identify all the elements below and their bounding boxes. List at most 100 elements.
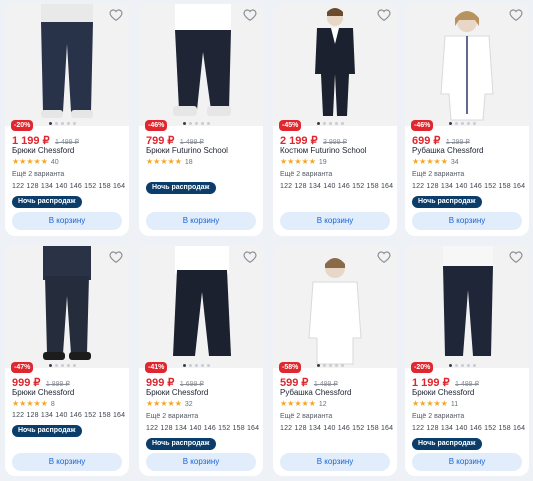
old-price: 1 499 ₽ (313, 381, 338, 388)
rating: ★★★★★ 19 (280, 157, 327, 166)
variants-text[interactable]: Ещё 2 варианта (280, 413, 332, 420)
rating: ★★★★★ 40 (12, 157, 59, 166)
product-photo[interactable] (273, 4, 397, 126)
product-photo[interactable] (139, 246, 263, 368)
product-image (273, 4, 397, 126)
sizes-list: 122 128 134 140 146 152 158 164 (280, 425, 394, 432)
product-name[interactable]: Брюки Chessford (12, 146, 74, 155)
old-price: 1 899 ₽ (45, 381, 70, 388)
gallery-dots (183, 122, 210, 128)
add-to-cart-button[interactable]: В корзину (280, 212, 390, 230)
variants-text[interactable]: Ещё 2 варианта (412, 171, 464, 178)
product-image (405, 4, 529, 126)
product-grid: -20% 1 199 ₽ 1 499 ₽ Брюки Chessford ★★★… (0, 0, 533, 481)
gallery-dots (49, 364, 76, 370)
discount-badge: -20% (11, 120, 34, 131)
old-price: 1 499 ₽ (179, 139, 204, 146)
product-card[interactable]: -46% 799 ₽ 1 499 ₽ Брюки Futurino School… (139, 4, 263, 236)
sale-badge: Ночь распродаж (12, 196, 82, 208)
add-to-cart-button[interactable]: В корзину (412, 212, 522, 230)
gallery-dots (449, 122, 476, 128)
product-name[interactable]: Брюки Chessford (146, 388, 208, 397)
product-card[interactable]: -20% 1 199 ₽ 1 499 ₽ Брюки Chessford ★★★… (405, 246, 529, 476)
add-to-cart-button[interactable]: В корзину (280, 453, 390, 471)
variants-text[interactable]: Ещё 2 варианта (280, 171, 332, 178)
sizes-list: 122 128 134 140 146 152 158 164 (412, 425, 526, 432)
product-image (5, 246, 129, 368)
sizes-list: 122 128 134 140 146 152 158 164 (12, 412, 126, 419)
product-card[interactable]: -58% 599 ₽ 1 499 ₽ Рубашка Chessford ★★★… (273, 246, 397, 476)
heart-icon[interactable] (377, 8, 391, 22)
rating-count: 32 (184, 400, 193, 408)
discount-badge: -46% (411, 120, 434, 131)
rating-count: 8 (50, 400, 55, 408)
sizes-list: 122 128 134 140 146 152 158 164 (280, 183, 394, 190)
variants-text[interactable]: Ещё 2 варианта (412, 413, 464, 420)
gallery-dots (317, 122, 344, 128)
product-name[interactable]: Костюм Futurino School (280, 146, 366, 155)
product-photo[interactable] (139, 4, 263, 126)
rating: ★★★★★ 34 (412, 157, 459, 166)
product-image (5, 4, 129, 126)
heart-icon[interactable] (109, 8, 123, 22)
variants-text[interactable]: Ещё 2 варианта (12, 171, 64, 178)
discount-badge: -58% (279, 362, 302, 373)
gallery-dots (183, 364, 210, 370)
old-price: 3 999 ₽ (323, 139, 347, 146)
product-photo[interactable] (5, 4, 129, 126)
variants-text[interactable]: Ещё 2 варианта (146, 413, 198, 420)
heart-icon[interactable] (243, 250, 257, 264)
product-image (273, 246, 397, 368)
rating: ★★★★★ 18 (146, 157, 193, 166)
old-price: 1 499 ₽ (55, 139, 79, 146)
heart-icon[interactable] (377, 250, 391, 264)
product-card[interactable]: -20% 1 199 ₽ 1 499 ₽ Брюки Chessford ★★★… (5, 4, 129, 236)
product-image (405, 246, 529, 368)
product-photo[interactable] (273, 246, 397, 368)
product-photo[interactable] (405, 246, 529, 368)
rating-count: 12 (318, 400, 327, 408)
product-name[interactable]: Брюки Chessford (12, 388, 74, 397)
sale-badge: Ночь распродаж (146, 438, 216, 450)
old-price: 1 299 ₽ (445, 139, 470, 146)
product-card[interactable]: -47% 999 ₽ 1 899 ₽ Брюки Chessford ★★★★★… (5, 246, 129, 476)
rating-count: 18 (184, 158, 193, 166)
heart-icon[interactable] (509, 8, 523, 22)
rating-count: 19 (318, 158, 327, 166)
sizes-list: 122 128 134 140 146 152 158 164 (412, 183, 526, 190)
rating-count: 34 (450, 158, 459, 166)
heart-icon[interactable] (109, 250, 123, 264)
heart-icon[interactable] (509, 250, 523, 264)
product-card[interactable]: -45% 2 199 ₽ 3 999 ₽ Костюм Futurino Sch… (273, 4, 397, 236)
old-price: 1 499 ₽ (455, 381, 479, 388)
discount-badge: -47% (11, 362, 34, 373)
product-photo[interactable] (5, 246, 129, 368)
sizes-list: 122 128 134 140 146 152 158 164 (12, 183, 126, 190)
product-photo[interactable] (405, 4, 529, 126)
discount-badge: -20% (411, 362, 434, 373)
product-name[interactable]: Рубашка Chessford (412, 146, 484, 155)
product-name[interactable]: Брюки Futurino School (146, 146, 228, 155)
rating-count: 11 (450, 400, 459, 408)
heart-icon[interactable] (243, 8, 257, 22)
sale-badge: Ночь распродаж (412, 438, 482, 450)
product-name[interactable]: Брюки Chessford (412, 388, 474, 397)
add-to-cart-button[interactable]: В корзину (146, 212, 256, 230)
product-name[interactable]: Рубашка Chessford (280, 388, 352, 397)
discount-badge: -41% (145, 362, 168, 373)
discount-badge: -45% (279, 120, 302, 131)
discount-badge: -46% (145, 120, 168, 131)
rating: ★★★★★ 11 (412, 399, 459, 408)
product-image (139, 246, 263, 368)
gallery-dots (49, 122, 76, 128)
sizes-list: 122 128 134 140 146 152 158 164 (146, 425, 260, 432)
product-card[interactable]: -41% 999 ₽ 1 699 ₽ Брюки Chessford ★★★★★… (139, 246, 263, 476)
add-to-cart-button[interactable]: В корзину (12, 212, 122, 230)
rating: ★★★★★ 12 (280, 399, 327, 408)
gallery-dots (317, 364, 344, 370)
rating-count: 40 (50, 158, 59, 166)
add-to-cart-button[interactable]: В корзину (146, 453, 256, 471)
product-card[interactable]: -46% 699 ₽ 1 299 ₽ Рубашка Chessford ★★★… (405, 4, 529, 236)
add-to-cart-button[interactable]: В корзину (12, 453, 122, 471)
add-to-cart-button[interactable]: В корзину (412, 453, 522, 471)
